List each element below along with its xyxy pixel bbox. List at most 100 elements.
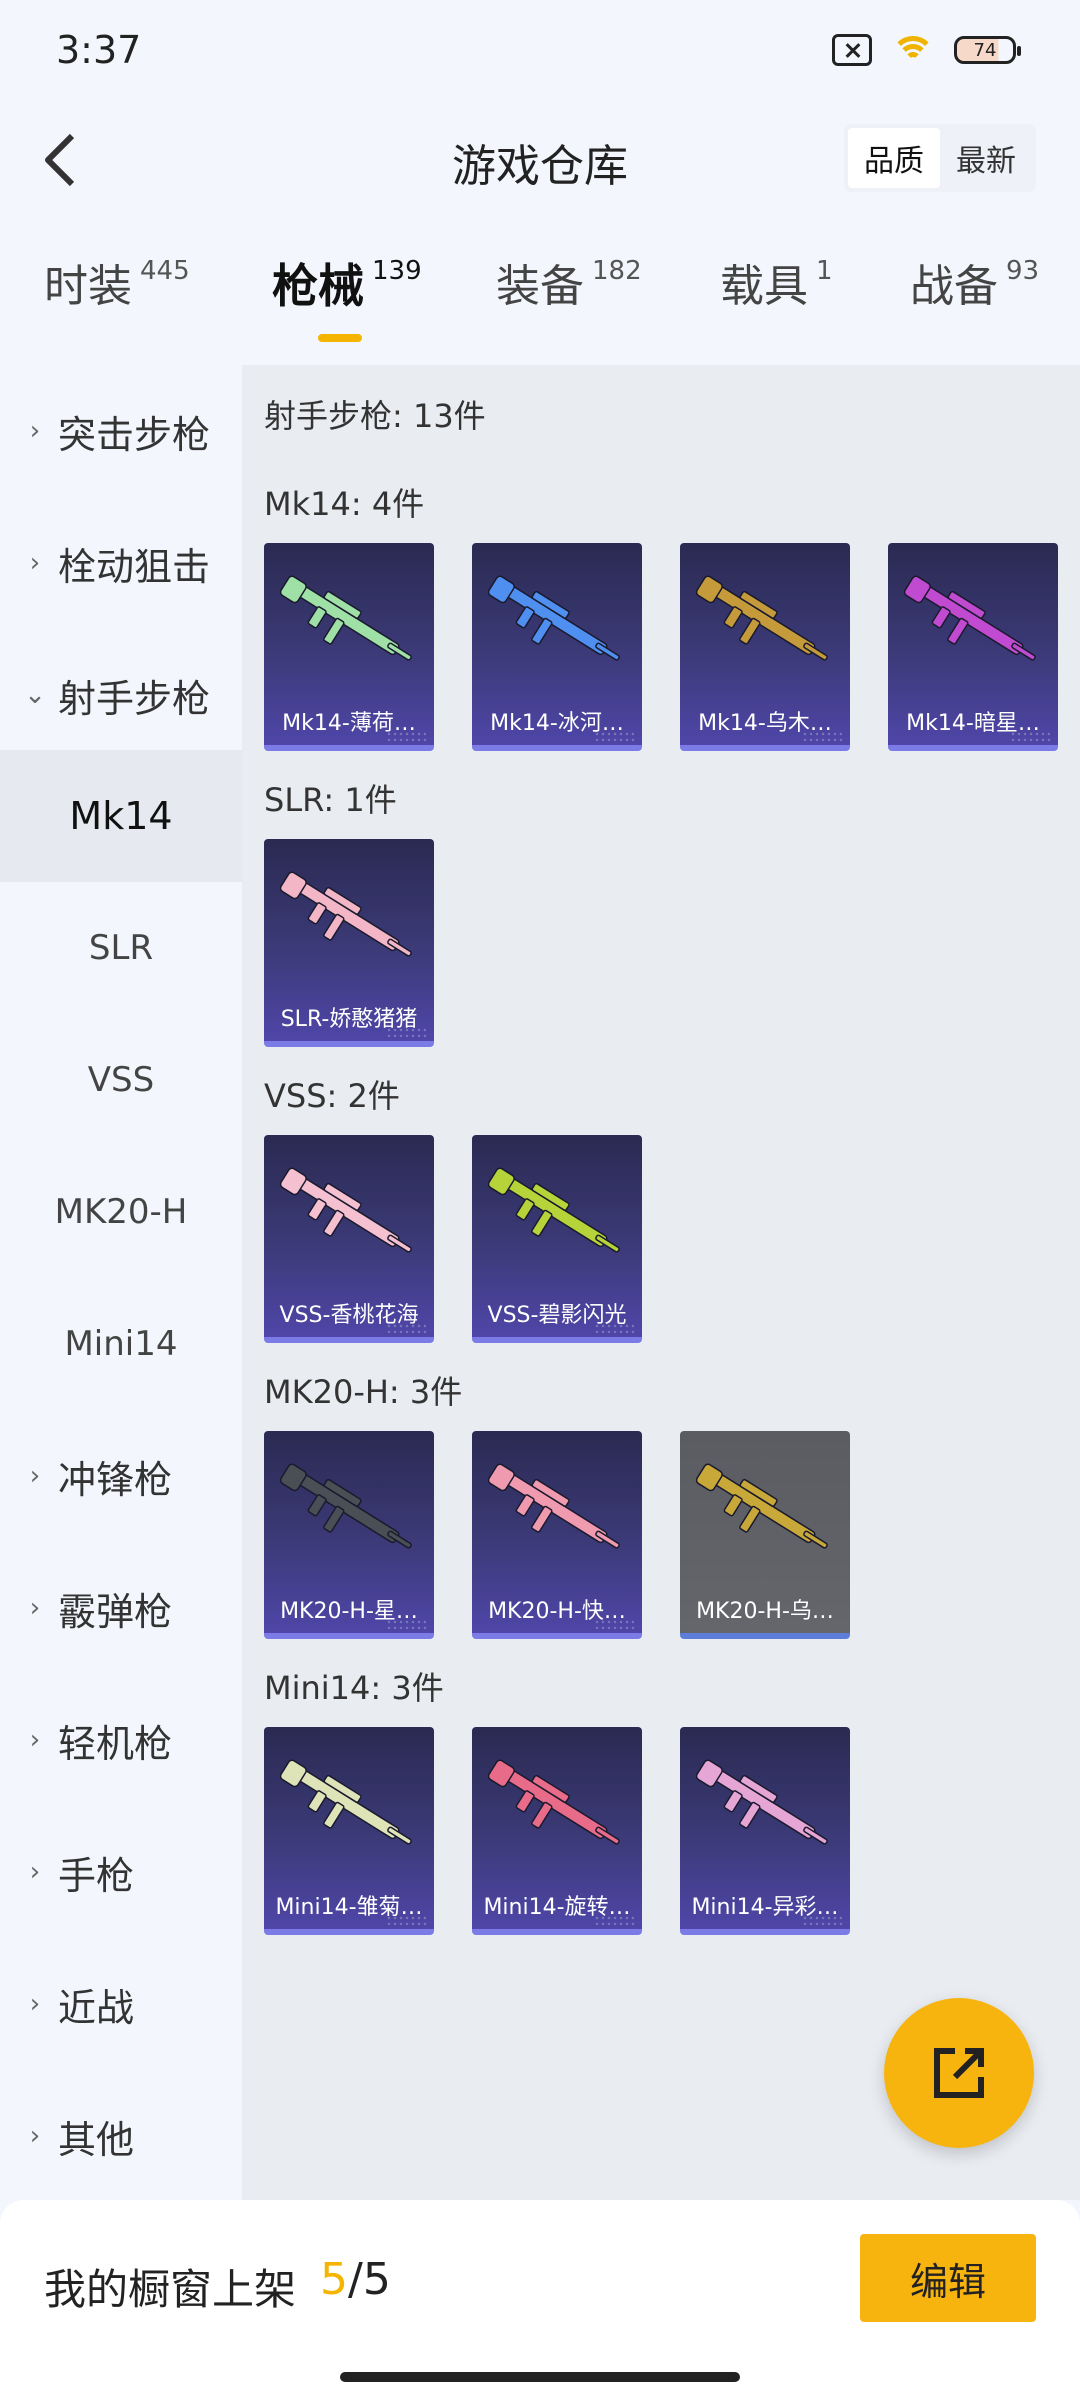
card-pattern [594,731,634,741]
chevron-right-icon: › [29,1857,41,1887]
status-bar: 3:37 74 [0,0,1080,100]
chevron-right-icon: › [29,1593,41,1623]
sidebar-item-label: 冲锋枪 [58,1457,173,1502]
sidebar-sub-mini14[interactable]: Mini14 [0,1278,242,1410]
weapon-skin-card[interactable]: Mk14-乌木… [680,543,850,751]
sidebar-item-assault-rifles[interactable]: › 突击步枪 [0,365,242,497]
sidebar-sub-slr[interactable]: SLR [0,882,242,1014]
showcase-total: 5 [362,2254,391,2305]
tab-firearms[interactable]: 枪械 139 [272,250,422,316]
sidebar-item-smg[interactable]: › 冲锋枪 [0,1410,242,1542]
sidebar-item-label: 栓动狙击 [58,544,211,589]
group-title-slr: SLR: 1件 [264,781,397,819]
showcase-separator: / [348,2254,363,2305]
sidebar-item-bolt-snipers[interactable]: › 栓动狙击 [0,497,242,629]
group-title-mini14: Mini14: 3件 [264,1669,444,1707]
item-grid-panel: 射手步枪: 13件 Mk14: 4件 Mk14-薄荷… Mk14-冰河… Mk1… [242,365,1080,2200]
showcase-current: 5 [320,2254,348,2305]
sidebar-item-pistols[interactable]: › 手枪 [0,1806,242,1938]
battery-icon: 74 [954,36,1021,64]
weapon-skin-card[interactable]: Mk14-薄荷… [264,543,434,751]
external-link-icon [934,2048,984,2098]
card-pattern [594,1619,634,1629]
sidebar-item-other[interactable]: › 其他 [0,2070,242,2202]
weapon-skin-card[interactable]: Mk14-冰河… [472,543,642,751]
app-header: 游戏仓库 品质 最新 [0,100,1080,220]
sidebar-item-lmg[interactable]: › 轻机枪 [0,1674,242,1806]
weapon-skin-card[interactable]: Mk14-暗星… [888,543,1058,751]
tab-count: 139 [372,256,422,286]
group-title-vss: VSS: 2件 [264,1077,400,1115]
card-pattern [386,1915,426,1925]
rifle-icon [487,1167,620,1253]
card-pattern [594,1915,634,1925]
rifle-icon [695,1463,828,1549]
sidebar-item-label: 霰弹枪 [58,1589,173,1634]
chevron-right-icon: › [29,1989,41,2019]
tab-fashion[interactable]: 时装 445 [44,250,190,314]
tab-equipment[interactable]: 装备 182 [496,250,642,314]
card-pattern [802,731,842,741]
section-title: 射手步枪: 13件 [264,397,486,435]
sidebar-item-label: 手枪 [58,1853,135,1898]
sort-by-newest[interactable]: 最新 [940,128,1032,188]
weapon-skin-card[interactable]: VSS-碧影闪光 [472,1135,642,1343]
tab-label: 枪械 [272,259,364,313]
group-title-mk20h: MK20-H: 3件 [264,1373,463,1411]
edit-button[interactable]: 编辑 [860,2234,1036,2322]
rifle-icon [279,1463,412,1549]
rifle-icon [279,575,412,661]
sidebar-item-label: 轻机枪 [58,1721,173,1766]
showcase-count: 5/5 [320,2254,391,2305]
weapon-skin-card[interactable]: Mini14-雏菊… [264,1727,434,1935]
rifle-icon [695,575,828,661]
weapon-skin-card[interactable]: SLR-娇憨猪猪 [264,839,434,1047]
weapon-skin-card[interactable]: MK20-H-快… [472,1431,642,1639]
sidebar-item-label: 近战 [58,1985,135,2030]
sort-by-quality[interactable]: 品质 [848,128,940,188]
weapon-skin-card[interactable]: MK20-H-星… [264,1431,434,1639]
card-pattern [386,1619,426,1629]
chevron-right-icon: › [29,1725,41,1755]
rifle-icon [279,1759,412,1845]
wifi-icon [890,32,936,68]
rifle-icon [695,1759,828,1845]
chevron-down-icon: ⌄ [24,680,46,710]
sidebar-sub-mk14[interactable]: Mk14 [0,750,242,882]
rifle-icon [279,871,412,957]
weapon-skin-card[interactable]: Mini14-异彩… [680,1727,850,1935]
sidebar-item-melee[interactable]: › 近战 [0,1938,242,2070]
chevron-right-icon: › [29,416,41,446]
chevron-right-icon: › [29,548,41,578]
card-pattern [802,1915,842,1925]
tab-combat-gear[interactable]: 战备 93 [910,250,1039,314]
tab-label: 时装 [44,261,132,312]
category-sidebar: › 突击步枪 › 栓动狙击 ⌄ 射手步枪 Mk14 SLR VSS MK20-H… [0,365,242,2200]
card-pattern [1010,731,1050,741]
sort-toggle: 品质 最新 [844,124,1036,192]
rifle-icon [487,1759,620,1845]
sidebar-sub-mk20h[interactable]: MK20-H [0,1146,242,1278]
weapon-skin-card[interactable]: VSS-香桃花海 [264,1135,434,1343]
tab-label: 战备 [910,261,998,312]
share-button[interactable] [884,1998,1034,2148]
sidebar-item-shotguns[interactable]: › 霰弹枪 [0,1542,242,1674]
active-tab-indicator [318,334,362,342]
weapon-skin-card[interactable]: Mini14-旋转… [472,1727,642,1935]
weapon-skin-card[interactable]: MK20-H-乌… [680,1431,850,1639]
showcase-label: 我的橱窗上架 [44,2265,297,2314]
tab-vehicles[interactable]: 载具 1 [720,250,833,314]
tab-count: 1 [816,256,833,286]
sidebar-item-marksman-rifles[interactable]: ⌄ 射手步枪 [0,629,242,761]
home-indicator[interactable] [340,2372,740,2382]
card-pattern [386,731,426,741]
card-pattern [594,1323,634,1333]
rifle-icon [279,1167,412,1253]
status-time: 3:37 [56,28,142,72]
sidebar-sub-vss[interactable]: VSS [0,1014,242,1146]
rifle-icon [487,575,620,661]
card-pattern [386,1323,426,1333]
weapon-skin-name: MK20-H-乌… [696,1599,834,1624]
tab-count: 182 [592,256,642,286]
sidebar-item-label: 其他 [58,2117,135,2162]
